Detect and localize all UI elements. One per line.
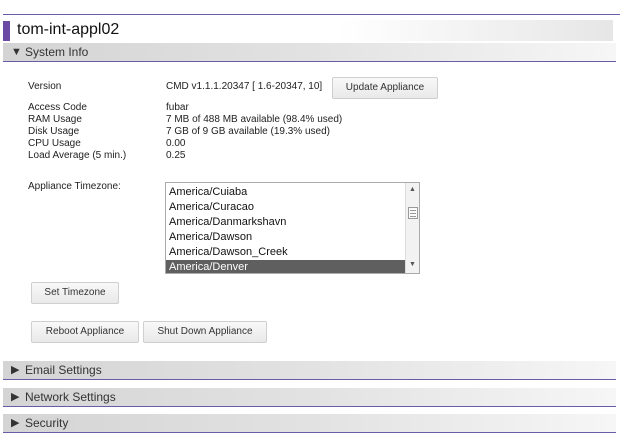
- cpu-usage-value: 0.00: [166, 138, 186, 149]
- timezone-option-selected[interactable]: America/Denver: [166, 260, 408, 273]
- disk-usage-label: Disk Usage: [28, 126, 80, 137]
- set-timezone-button[interactable]: Set Timezone: [31, 282, 119, 304]
- timezone-option[interactable]: America/Dawson: [166, 230, 408, 245]
- timezone-option[interactable]: America/Curacao: [166, 200, 408, 215]
- section-email-settings-label: Email Settings: [25, 363, 102, 377]
- triangle-right-icon: ▶: [11, 391, 20, 403]
- section-email-settings[interactable]: ▶ Email Settings: [3, 361, 616, 380]
- timezone-option[interactable]: America/Dawson_Creek: [166, 245, 408, 260]
- access-code-value: fubar: [166, 102, 189, 113]
- section-security[interactable]: ▶ Security: [3, 414, 616, 433]
- triangle-down-icon: ▼: [11, 46, 22, 58]
- top-divider: [3, 14, 620, 15]
- appliance-name: tom-int-appl02: [17, 21, 120, 38]
- section-system-info-label: System Info: [25, 45, 89, 59]
- reboot-appliance-button[interactable]: Reboot Appliance: [31, 321, 139, 343]
- triangle-right-icon: ▶: [11, 364, 20, 376]
- version-label: Version: [28, 81, 62, 92]
- section-network-settings[interactable]: ▶ Network Settings: [3, 388, 616, 407]
- shut-down-appliance-button[interactable]: Shut Down Appliance: [143, 321, 267, 343]
- timezone-option[interactable]: America/Cuiaba: [166, 185, 408, 200]
- section-security-label: Security: [25, 416, 69, 430]
- load-average-value: 0.25: [166, 150, 186, 161]
- access-code-label: Access Code: [28, 102, 87, 113]
- appliance-title-bar: tom-int-appl02: [3, 20, 613, 41]
- section-system-info[interactable]: ▼ System Info: [3, 43, 616, 62]
- scroll-thumb[interactable]: [408, 207, 418, 219]
- update-appliance-button[interactable]: Update Appliance: [332, 77, 438, 99]
- cpu-usage-label: CPU Usage: [28, 138, 81, 149]
- ram-usage-value: 7 MB of 488 MB available (98.4% used): [166, 114, 343, 125]
- timezone-listbox[interactable]: America/Cuiaba America/Curacao America/D…: [165, 182, 420, 274]
- load-average-label: Load Average (5 min.): [28, 150, 127, 161]
- section-network-settings-label: Network Settings: [25, 390, 116, 404]
- scroll-down-arrow-icon[interactable]: ▼: [406, 261, 419, 268]
- ram-usage-label: RAM Usage: [28, 114, 82, 125]
- triangle-right-icon: ▶: [11, 417, 20, 429]
- scroll-up-arrow-icon[interactable]: ▲: [406, 186, 419, 193]
- title-accent-bar: [3, 21, 10, 41]
- version-value: CMD v1.1.1.20347 [ 1.6-20347, 10]: [166, 81, 323, 92]
- disk-usage-value: 7 GB of 9 GB available (19.3% used): [166, 126, 330, 137]
- timezone-scrollbar[interactable]: ▲ ▼: [405, 183, 419, 273]
- timezone-option[interactable]: America/Danmarkshavn: [166, 215, 408, 230]
- timezone-label: Appliance Timezone:: [28, 181, 121, 192]
